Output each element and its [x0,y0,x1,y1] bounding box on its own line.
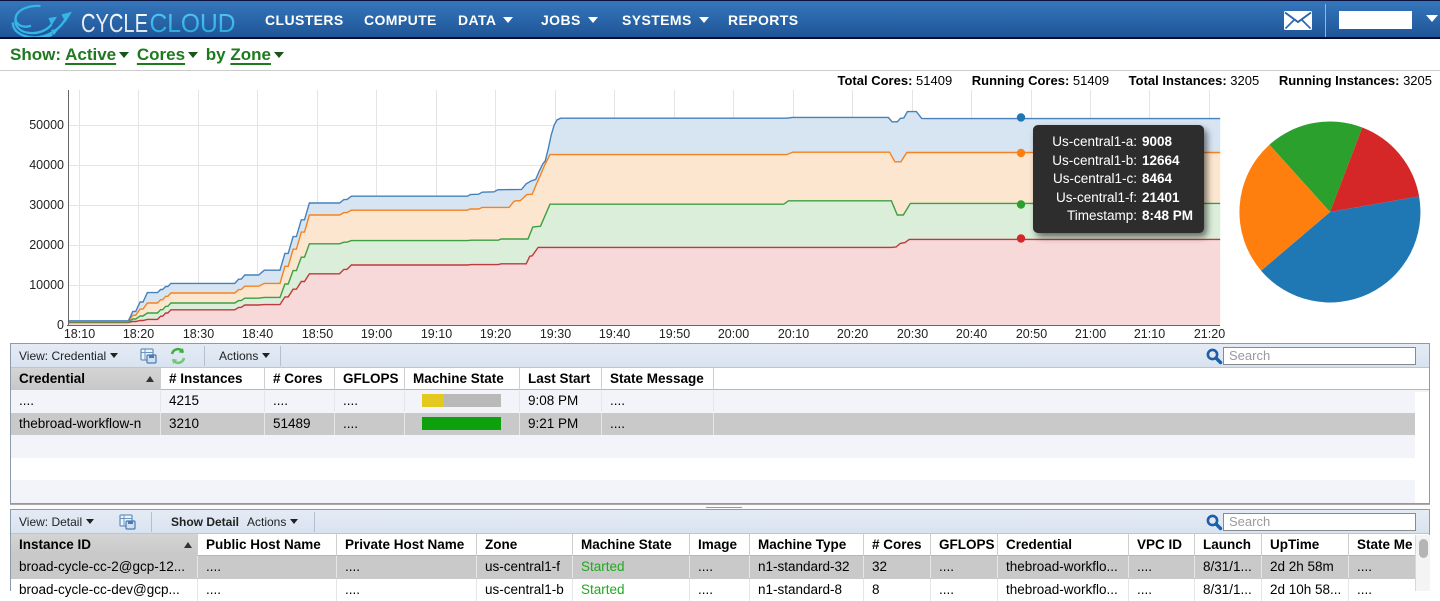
svg-text:21:00: 21:00 [1075,327,1106,341]
svg-text:30000: 30000 [29,198,64,212]
svg-text:18:30: 18:30 [183,327,214,341]
svg-text:19:20: 19:20 [480,327,511,341]
svg-text:20000: 20000 [29,238,64,252]
svg-text:18:50: 18:50 [302,327,333,341]
svg-text:20:00: 20:00 [718,327,749,341]
svg-text:20:20: 20:20 [837,327,868,341]
svg-text:20:30: 20:30 [897,327,928,341]
svg-text:18:40: 18:40 [242,327,273,341]
svg-text:50000: 50000 [29,118,64,132]
svg-text:19:10: 19:10 [421,327,452,341]
svg-text:20:50: 20:50 [1016,327,1047,341]
svg-text:19:00: 19:00 [361,327,392,341]
svg-text:19:30: 19:30 [540,327,571,341]
svg-text:20:40: 20:40 [956,327,987,341]
svg-text:21:10: 21:10 [1134,327,1165,341]
svg-text:21:20: 21:20 [1194,327,1225,341]
svg-text:20:10: 20:10 [778,327,809,341]
svg-text:18:20: 18:20 [123,327,154,341]
svg-text:18:10: 18:10 [64,327,95,341]
svg-text:19:50: 19:50 [659,327,690,341]
svg-text:40000: 40000 [29,158,64,172]
svg-text:19:40: 19:40 [599,327,630,341]
svg-text:10000: 10000 [29,278,64,292]
